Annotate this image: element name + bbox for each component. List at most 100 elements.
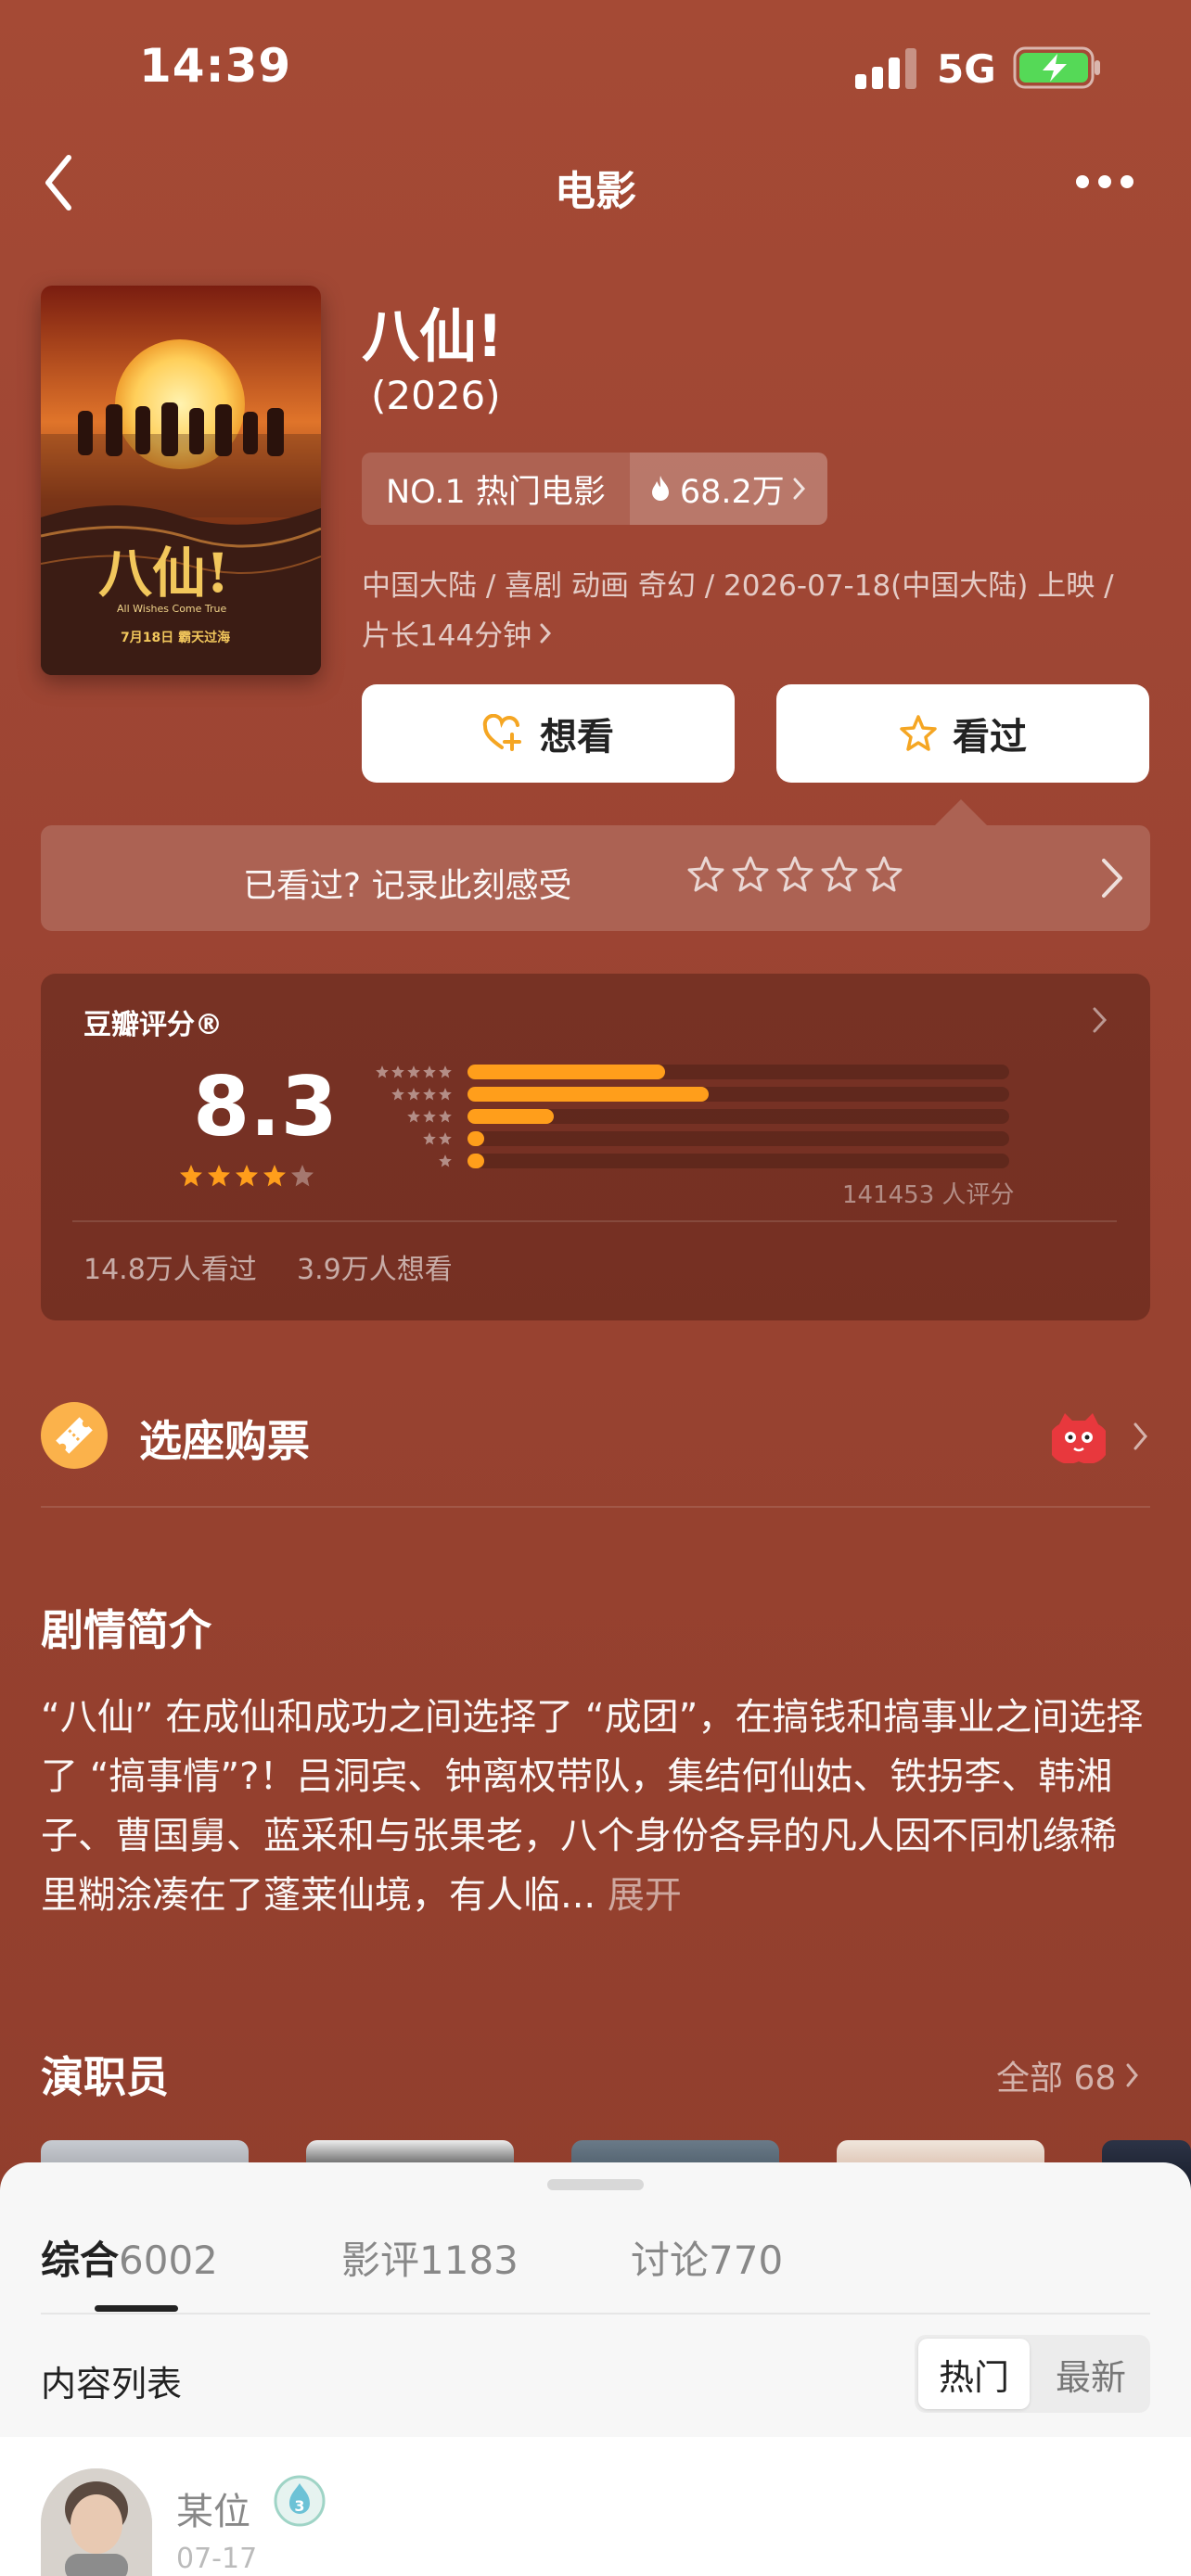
sort-new-button[interactable]: 最新 bbox=[1035, 2339, 1146, 2409]
rating-bar-fill bbox=[467, 1065, 666, 1079]
star-filled-icon bbox=[236, 1165, 258, 1187]
star-small-icon bbox=[439, 1132, 452, 1145]
poster-image: 八仙! All Wishes Come True 7月18日 霸天过海 bbox=[41, 286, 321, 675]
cat-logo-icon bbox=[1052, 1413, 1106, 1463]
record-pointer bbox=[935, 799, 987, 825]
star-small-icon bbox=[407, 1088, 420, 1101]
divider bbox=[41, 2313, 1150, 2315]
movie-year: (2026) bbox=[371, 373, 501, 418]
chevron-right-icon bbox=[793, 478, 805, 500]
movie-poster[interactable]: 八仙! All Wishes Come True 7月18日 霸天过海 bbox=[41, 286, 321, 675]
cast-title: 演职员 bbox=[41, 2052, 169, 2102]
star-small-icon bbox=[407, 1065, 420, 1078]
star-small-icon bbox=[423, 1088, 436, 1101]
tab-label: 影评 bbox=[341, 2238, 420, 2283]
star-small-icon bbox=[439, 1110, 452, 1123]
heat-value: 68.2万 bbox=[679, 473, 785, 511]
network-type: 5G bbox=[937, 46, 996, 92]
sheet-grabber[interactable] bbox=[547, 2179, 644, 2190]
bar-stars bbox=[356, 1087, 453, 1102]
star-outline-icon[interactable] bbox=[731, 855, 770, 894]
star-empty-icon bbox=[291, 1165, 314, 1187]
chevron-right-icon bbox=[540, 623, 552, 643]
record-feeling-bar[interactable] bbox=[41, 825, 1150, 931]
movie-title: 八仙! bbox=[362, 302, 504, 370]
tab-indicator bbox=[95, 2305, 178, 2312]
poster-date: 7月18日 霸天过海 bbox=[121, 630, 230, 645]
rating-bar-row bbox=[356, 1129, 1009, 1148]
expand-link[interactable]: 展开 bbox=[608, 1874, 682, 1917]
star-small-icon bbox=[423, 1110, 436, 1123]
chevron-right-icon[interactable] bbox=[1132, 1421, 1150, 1452]
rating-stars bbox=[178, 1163, 315, 1189]
rank-badge[interactable]: NO.1 热门电影 68.2万 bbox=[362, 453, 827, 525]
rating-bar-fill bbox=[467, 1087, 709, 1102]
bar-stars bbox=[356, 1131, 453, 1146]
tab-reviews[interactable]: 影评1183 bbox=[341, 2229, 519, 2286]
rating-bar-row bbox=[356, 1152, 1009, 1170]
movie-meta: 中国大陆 / 喜剧 动画 奇幻 / 2026-07-18(中国大陆) 上映 / bbox=[362, 569, 1114, 603]
cast-all-label: 全部 68 bbox=[996, 2060, 1117, 2098]
synopsis-title: 剧情简介 bbox=[41, 1605, 211, 1655]
movie-duration[interactable]: 片长144分钟 bbox=[362, 612, 552, 654]
star-small-icon bbox=[376, 1065, 389, 1078]
rating-label: 豆瓣评分® bbox=[83, 1009, 223, 1041]
rank-label: NO.1 热门电影 bbox=[362, 453, 630, 525]
chevron-right-icon[interactable] bbox=[1098, 855, 1126, 901]
star-outline-icon[interactable] bbox=[820, 855, 859, 894]
divider bbox=[72, 1220, 1117, 1222]
star-small-icon bbox=[391, 1088, 404, 1101]
divider bbox=[41, 1506, 1150, 1508]
post-username[interactable]: 某位 bbox=[176, 2481, 250, 2535]
tab-count: 6002 bbox=[119, 2238, 218, 2283]
bar-stars bbox=[356, 1109, 453, 1124]
star-outline-icon[interactable] bbox=[864, 855, 903, 894]
signal-icon bbox=[855, 48, 916, 89]
star-filled-icon bbox=[208, 1165, 230, 1187]
record-text: 已看过? 记录此刻感受 bbox=[243, 867, 572, 905]
tab-overview[interactable]: 综合6002 bbox=[41, 2229, 218, 2286]
rating-bar-row bbox=[356, 1107, 1009, 1126]
seen-label: 看过 bbox=[953, 716, 1027, 759]
ticket-icon[interactable] bbox=[41, 1402, 108, 1469]
tab-count: 770 bbox=[709, 2238, 784, 2283]
star-outline-icon[interactable] bbox=[686, 855, 725, 894]
synopsis-text: “八仙” 在成仙和成功之间选择了 “成团”，在搞钱和搞事业之间选择了 “搞事情”… bbox=[41, 1688, 1150, 1925]
star-small-icon bbox=[407, 1110, 420, 1123]
cast-all-link[interactable]: 全部 68 bbox=[996, 2051, 1140, 2099]
content-list-title: 内容列表 bbox=[41, 2364, 183, 2404]
heart-plus-icon bbox=[482, 714, 521, 751]
star-small-icon bbox=[439, 1065, 452, 1078]
bar-stars bbox=[356, 1065, 453, 1079]
rating-score: 8.3 bbox=[193, 1059, 338, 1154]
rating-bar-track bbox=[467, 1131, 1009, 1146]
tab-label: 讨论 bbox=[631, 2238, 710, 2283]
record-rating-stars[interactable] bbox=[686, 855, 903, 894]
star-outline-icon[interactable] bbox=[775, 855, 814, 894]
synopsis-body: “八仙” 在成仙和成功之间选择了 “成团”，在搞钱和搞事业之间选择了 “搞事情”… bbox=[41, 1696, 1144, 1917]
more-icon[interactable] bbox=[1074, 171, 1135, 193]
poster-subtitle: All Wishes Come True bbox=[117, 603, 227, 615]
tab-discussions[interactable]: 讨论770 bbox=[631, 2229, 783, 2286]
level-badge-icon: 3 bbox=[274, 2475, 326, 2527]
star-small-icon bbox=[439, 1154, 452, 1167]
bar-stars bbox=[356, 1154, 453, 1168]
duration-text: 片长144分钟 bbox=[362, 619, 532, 653]
rating-bar-fill bbox=[467, 1154, 484, 1168]
chevron-right-icon[interactable] bbox=[1091, 1005, 1109, 1035]
star-small-icon bbox=[423, 1132, 436, 1145]
star-small-icon bbox=[391, 1065, 404, 1078]
ticket-label[interactable]: 选座购票 bbox=[139, 1408, 310, 1469]
seen-button[interactable]: 看过 bbox=[776, 684, 1149, 783]
rating-bar-track bbox=[467, 1154, 1009, 1168]
rating-bar-row bbox=[356, 1063, 1009, 1081]
flame-icon bbox=[651, 476, 669, 501]
star-small-icon bbox=[423, 1065, 436, 1078]
status-time: 14:39 bbox=[139, 39, 292, 93]
heat-chip[interactable]: 68.2万 bbox=[629, 453, 827, 525]
star-filled-icon bbox=[263, 1165, 286, 1187]
sort-hot-button[interactable]: 热门 bbox=[918, 2339, 1030, 2409]
avatar[interactable] bbox=[41, 2468, 152, 2576]
rating-bar-row bbox=[356, 1085, 1009, 1103]
want-button[interactable]: 想看 bbox=[362, 684, 735, 783]
